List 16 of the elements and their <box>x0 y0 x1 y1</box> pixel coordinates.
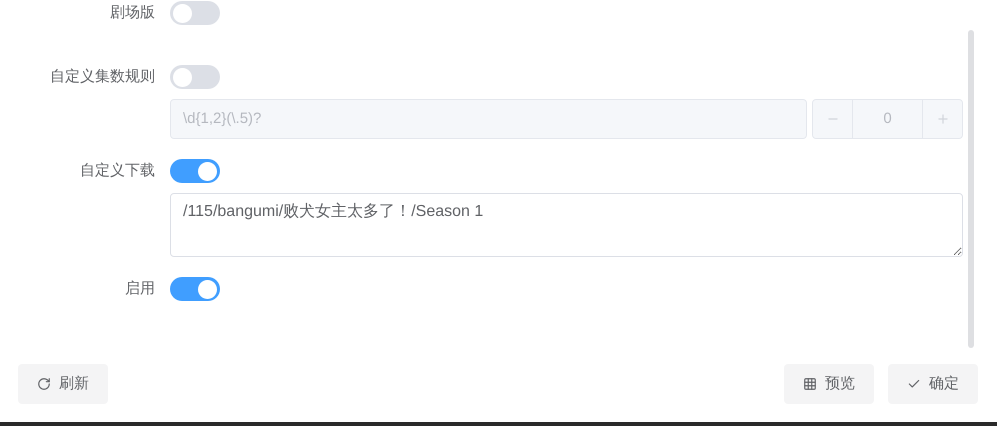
action-button[interactable]: 确定 <box>888 364 978 404</box>
stepper-value: 0 <box>883 108 892 129</box>
field-label: 启用 <box>125 278 155 299</box>
toggle-switch[interactable] <box>170 159 220 183</box>
grid-icon <box>803 377 817 391</box>
plus-icon[interactable] <box>936 112 950 126</box>
field-label: 自定义下载 <box>80 160 155 181</box>
field-label: 自定义集数规则 <box>50 66 155 87</box>
toggle-switch[interactable] <box>170 277 220 301</box>
path-field[interactable]: /115/bangumi/败犬女主太多了！/Season 1 <box>170 193 963 257</box>
toggle-switch[interactable] <box>170 1 220 25</box>
refresh-icon <box>37 377 51 391</box>
field-label: 剧场版 <box>110 2 155 23</box>
action-button[interactable]: 刷新 <box>18 364 108 404</box>
scrollbar[interactable] <box>968 30 974 348</box>
action-button[interactable]: 预览 <box>784 364 874 404</box>
